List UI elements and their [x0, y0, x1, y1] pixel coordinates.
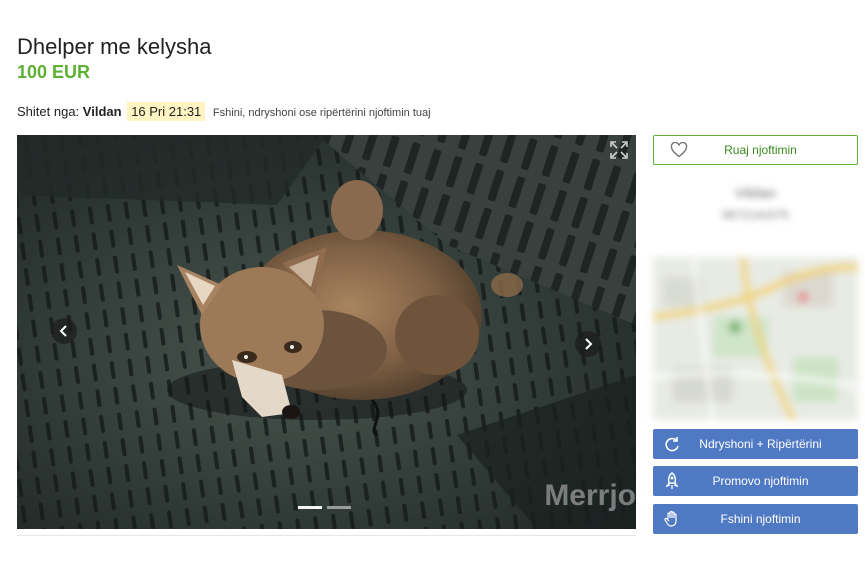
heart-icon [670, 142, 688, 158]
seller-name[interactable]: Vildan [83, 104, 122, 119]
listing-date: 16 Pri 21:31 [127, 102, 206, 121]
expand-icon[interactable] [608, 139, 630, 161]
edit-hint-link[interactable]: Fshini, ndryshoni ose ripërtërini njofti… [213, 107, 431, 119]
rocket-icon [665, 472, 679, 489]
delete-listing-label: Fshini njoftimin [720, 512, 801, 526]
hand-icon [664, 510, 677, 527]
save-listing-button[interactable]: Ruaj njoftimin [653, 135, 858, 165]
chevron-left-icon [59, 325, 67, 337]
refresh-icon [665, 437, 679, 452]
gallery-indicators [298, 506, 351, 509]
gallery-next-button[interactable] [575, 331, 601, 357]
slide-indicator-active[interactable] [298, 506, 322, 509]
divider [17, 535, 636, 536]
promote-button[interactable]: Promovo njoftimin [653, 466, 858, 496]
location-map[interactable] [653, 257, 858, 420]
watermark-logo: Merrjo [544, 479, 636, 512]
delete-listing-button[interactable]: Fshini njoftimin [653, 504, 858, 534]
gallery-prev-button[interactable] [51, 318, 77, 344]
slide-indicator[interactable] [327, 506, 351, 509]
contact-info: Vildan 0672141575 [653, 185, 858, 222]
listing-title: Dhelper me kelysha [17, 34, 212, 59]
seller-line: Shitet nga: Vildan 16 Pri 21:31 Fshini, … [17, 102, 431, 121]
edit-renew-button[interactable]: Ndryshoni + Ripërtërini [653, 429, 858, 459]
contact-name: Vildan [734, 185, 777, 202]
contact-phone[interactable]: 0672141575 [653, 208, 858, 222]
seller-label: Shitet nga: [17, 104, 80, 119]
edit-renew-label: Ndryshoni + Ripërtërini [699, 437, 822, 451]
fox-photo [17, 135, 636, 529]
chevron-right-icon [585, 338, 593, 350]
photo-gallery[interactable]: Merrjo [17, 135, 636, 529]
listing-price: 100 EUR [17, 62, 91, 82]
promote-label: Promovo njoftimin [712, 474, 809, 488]
